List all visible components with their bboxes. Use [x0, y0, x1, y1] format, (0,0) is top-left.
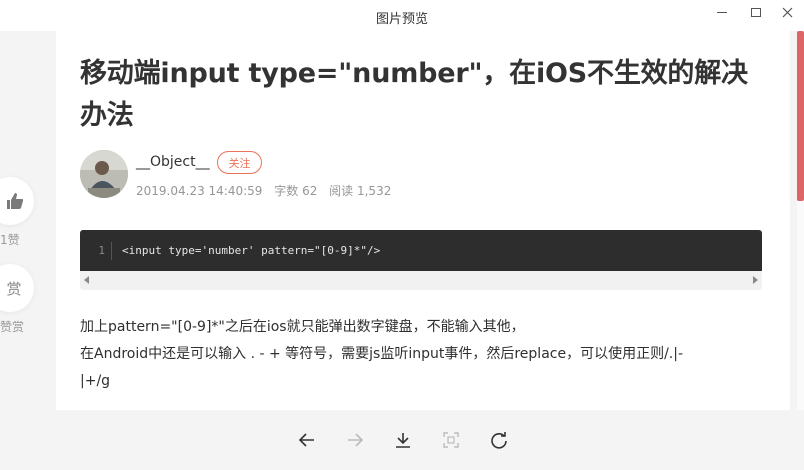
- preview-viewport: 移动端input type="number"，在iOS不生效的解决办法 __Ob…: [0, 31, 804, 410]
- read-count: 阅读 1,532: [329, 184, 392, 198]
- vertical-scrollbar-track[interactable]: [797, 201, 804, 410]
- minimize-button[interactable]: [711, 3, 733, 21]
- author-name[interactable]: __Object__: [136, 154, 210, 170]
- minimize-icon: [717, 11, 727, 13]
- scroll-left-icon[interactable]: [84, 276, 89, 284]
- arrow-right-icon: [348, 433, 364, 447]
- article-title: 移动端input type="number"，在iOS不生效的解决办法: [80, 58, 748, 131]
- download-button[interactable]: [391, 428, 415, 452]
- reward-button[interactable]: 赏: [0, 264, 34, 312]
- thumbs-up-icon: [7, 193, 24, 209]
- like-button[interactable]: [0, 177, 34, 225]
- download-icon: [396, 433, 410, 448]
- code-horizontal-scrollbar[interactable]: [80, 271, 762, 290]
- reward-label: 赞赏: [0, 320, 25, 334]
- vertical-scrollbar-thumb[interactable]: [797, 31, 804, 201]
- code-block: 1 <input type='number' pattern="[0-9]*"/…: [80, 230, 762, 290]
- line-number: 1: [80, 241, 112, 260]
- article-card: 移动端input type="number"，在iOS不生效的解决办法 __Ob…: [56, 31, 790, 410]
- arrow-left-icon: [298, 433, 314, 447]
- scroll-right-icon[interactable]: [753, 276, 758, 284]
- article-paragraph: 加上pattern="[0-9]*"之后在ios就只能弹出数字键盘，不能输入其他…: [80, 314, 770, 395]
- window-title: 图片预览: [375, 12, 428, 27]
- avatar[interactable]: [80, 150, 128, 198]
- close-icon: [782, 7, 792, 17]
- maximize-button[interactable]: [745, 3, 767, 21]
- preview-toolbar: [0, 410, 804, 470]
- fit-screen-button[interactable]: [439, 428, 463, 452]
- like-count: 1赞: [0, 233, 20, 247]
- rotate-button[interactable]: [487, 428, 511, 452]
- publish-date: 2019.04.23 14:40:59: [136, 184, 263, 198]
- paragraph-line: |+/g: [80, 373, 111, 389]
- word-count: 字数 62: [274, 184, 318, 198]
- close-button[interactable]: [776, 3, 798, 21]
- next-button[interactable]: [343, 428, 367, 452]
- paragraph-line: 在Android中还是可以输入 . - + 等符号，需要js监听input事件，…: [80, 346, 684, 362]
- previous-button[interactable]: [295, 428, 319, 452]
- paragraph-line: 加上pattern="[0-9]*"之后在ios就只能弹出数字键盘，不能输入其他…: [80, 319, 525, 335]
- avatar-image: [80, 150, 128, 198]
- code-line: 1 <input type='number' pattern="[0-9]*"/…: [80, 230, 762, 271]
- reward-icon: 赏: [6, 279, 22, 298]
- rotate-icon: [491, 432, 507, 449]
- fit-screen-icon: [443, 432, 459, 448]
- code-text: <input type='number' pattern="[0-9]*"/>: [122, 244, 381, 257]
- follow-button[interactable]: 关注: [217, 151, 262, 174]
- article-meta: 2019.04.23 14:40:59 字数 62 阅读 1,532: [136, 182, 399, 199]
- maximize-icon: [751, 7, 761, 17]
- title-bar: 图片预览: [0, 0, 804, 31]
